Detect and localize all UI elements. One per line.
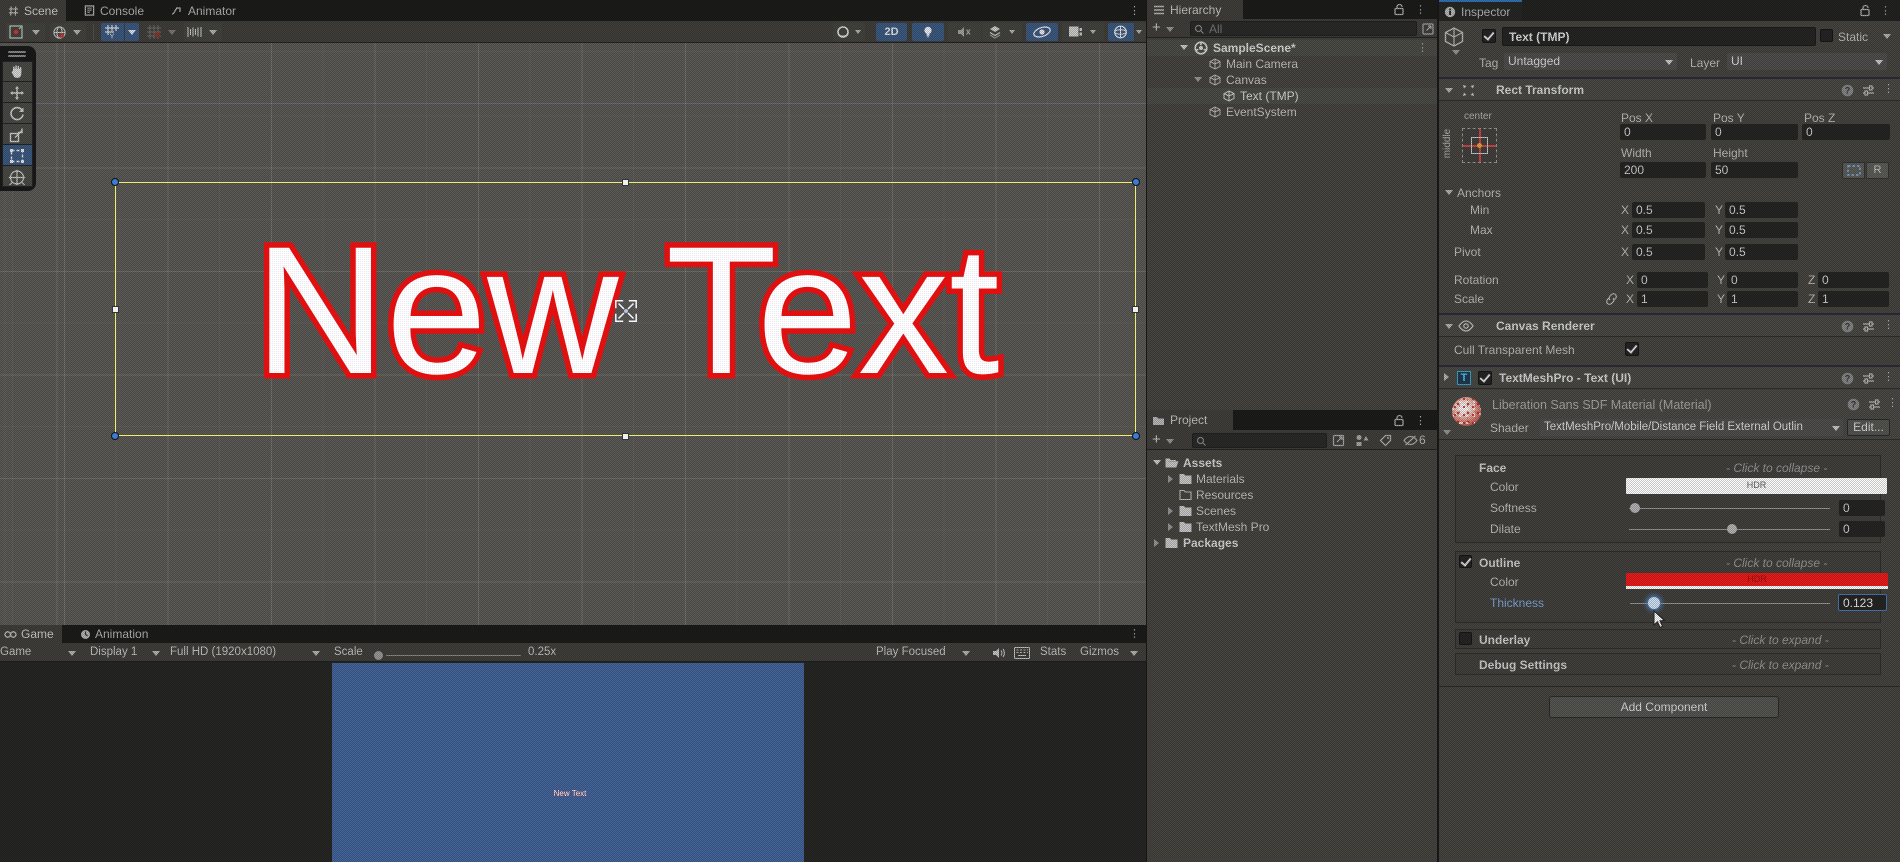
svg-text:?: ? [1851,400,1857,410]
svg-text:?: ? [1845,322,1851,332]
svg-text:Y: Y [109,32,114,41]
svg-text:?: ? [1845,86,1851,96]
svg-text:?: ? [1845,374,1851,384]
